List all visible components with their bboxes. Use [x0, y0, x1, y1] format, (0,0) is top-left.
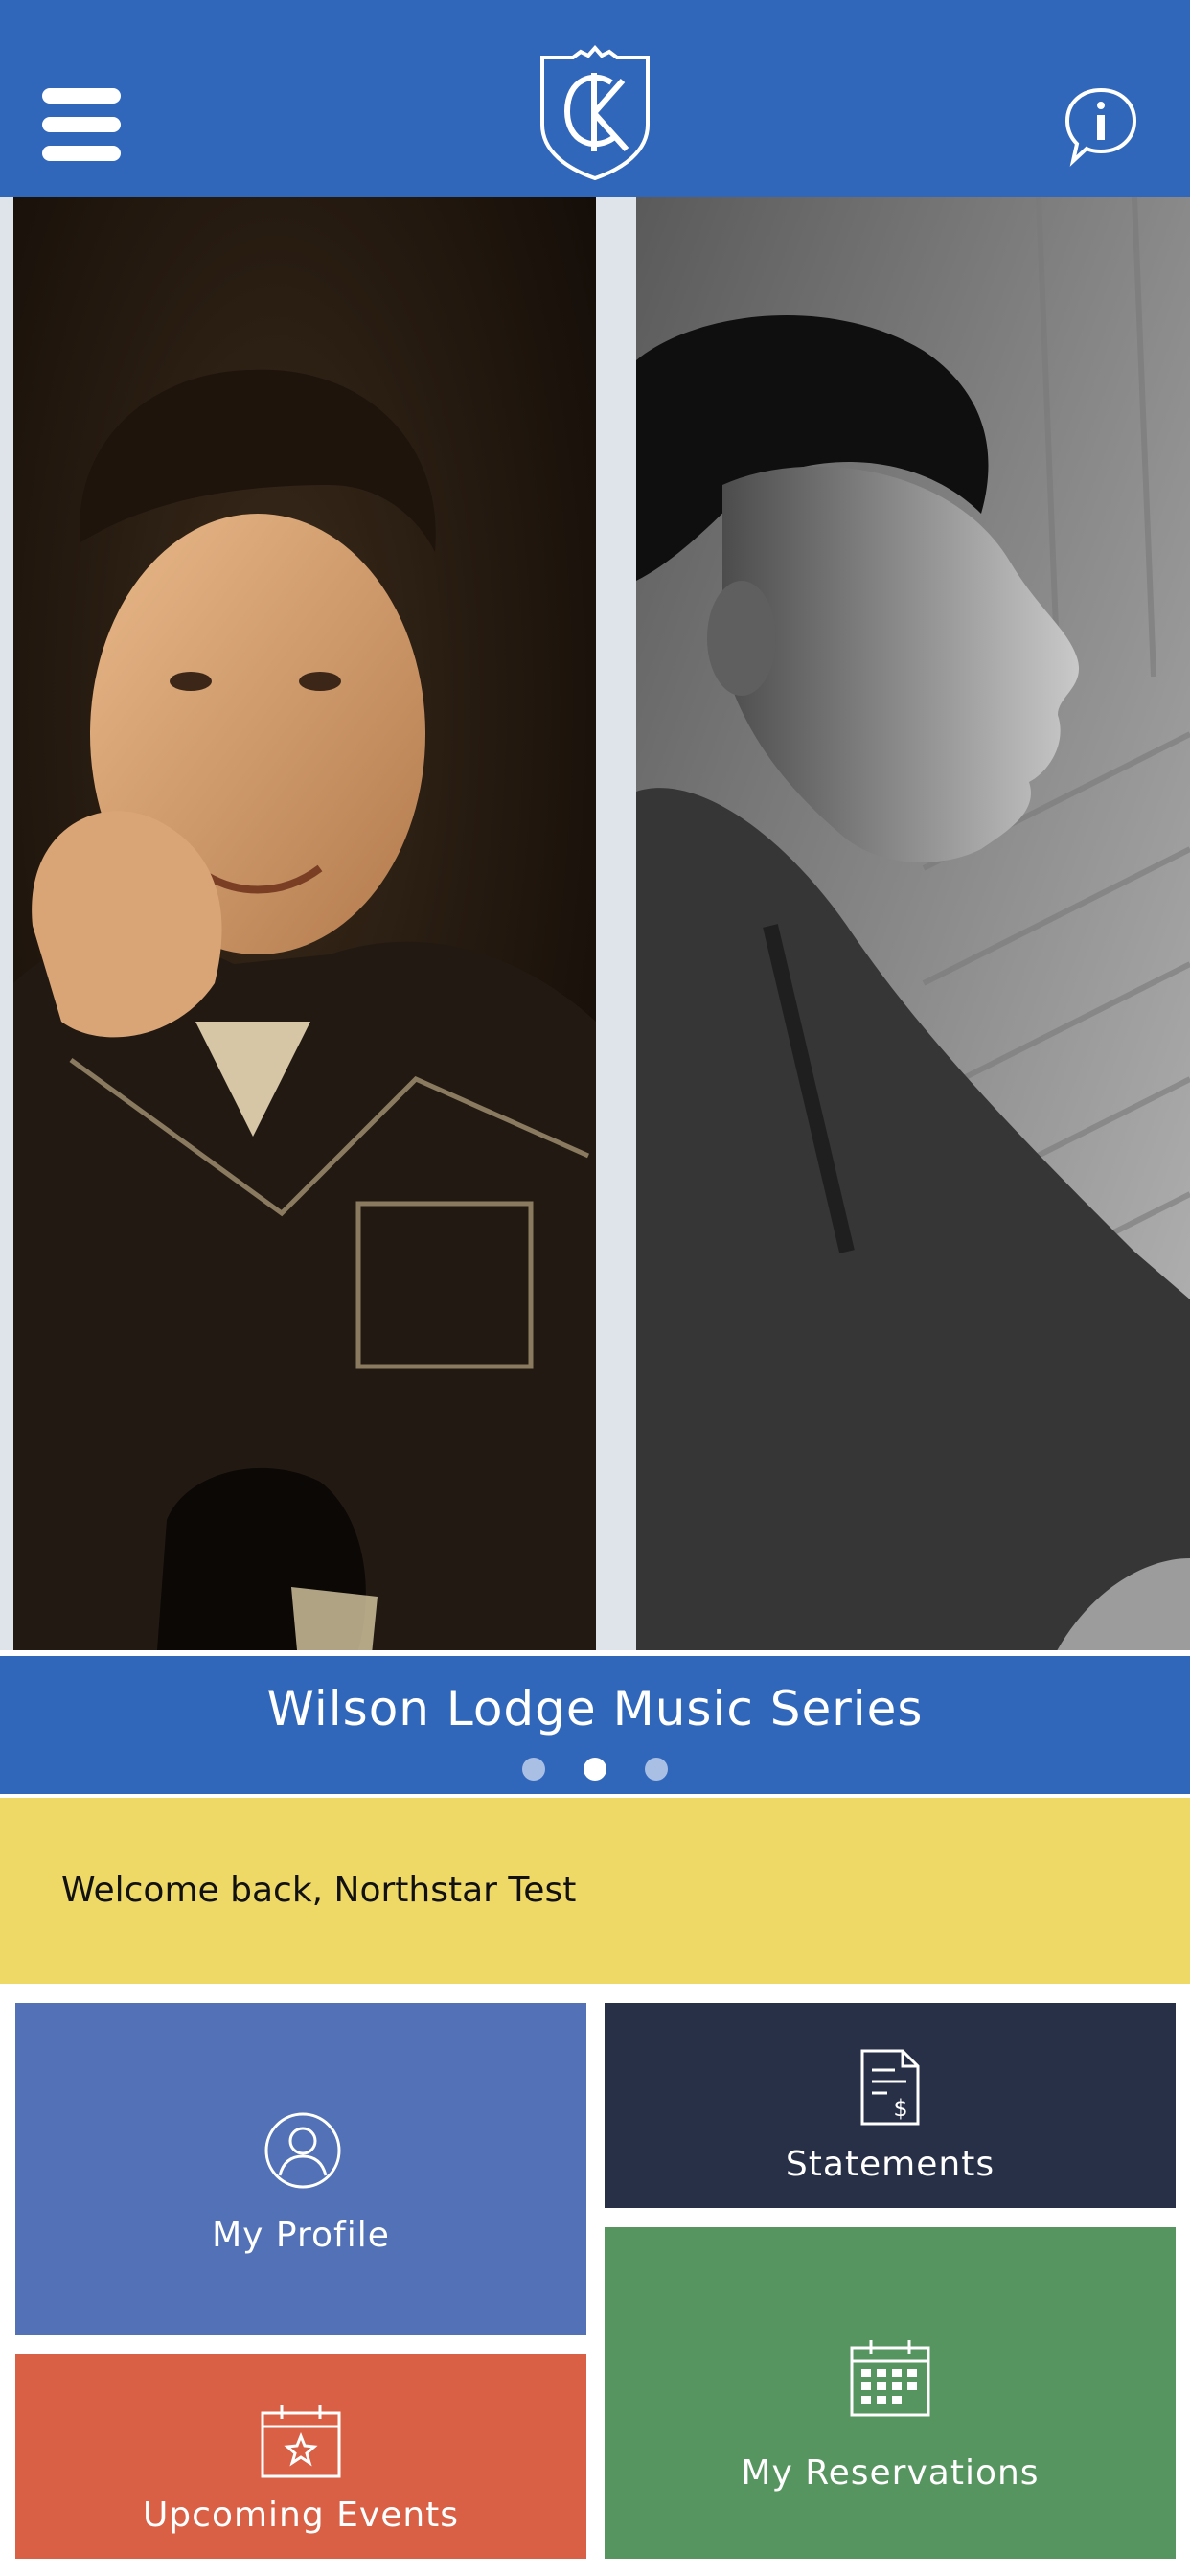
carousel-dot-2[interactable]: [584, 1758, 606, 1781]
top-header: [0, 0, 1190, 197]
my-reservations-tile[interactable]: My Reservations: [605, 2227, 1176, 2559]
artist-photo-grayscale: [636, 197, 1190, 1650]
user-profile-icon: [264, 2112, 341, 2189]
welcome-banner: Welcome back, Northstar Test: [0, 1798, 1190, 1984]
info-speech-bubble-icon[interactable]: [1064, 84, 1138, 167]
featured-carousel[interactable]: Wilson Lodge Music Series: [0, 197, 1190, 1794]
artist-photo-sepia: [13, 197, 596, 1650]
app-screen: Wilson Lodge Music Series Welcome back, …: [0, 0, 1190, 2576]
hamburger-menu-icon[interactable]: [42, 88, 123, 163]
crest-logo-icon: [540, 44, 650, 180]
my-profile-label: My Profile: [212, 2216, 390, 2255]
carousel-caption-bar: Wilson Lodge Music Series: [0, 1656, 1190, 1794]
calendar-grid-icon: [850, 2340, 930, 2417]
statements-tile[interactable]: $ Statements: [605, 2003, 1176, 2208]
calendar-star-icon: [261, 2405, 341, 2478]
svg-text:$: $: [893, 2095, 907, 2122]
my-profile-tile[interactable]: My Profile: [15, 2003, 586, 2334]
upcoming-events-tile[interactable]: Upcoming Events: [15, 2354, 586, 2559]
my-reservations-label: My Reservations: [741, 2453, 1040, 2493]
statements-label: Statements: [785, 2145, 995, 2184]
welcome-message: Welcome back, Northstar Test: [61, 1871, 577, 1910]
carousel-caption: Wilson Lodge Music Series: [266, 1681, 924, 1736]
carousel-pagination: [0, 1758, 1190, 1782]
carousel-slide-image[interactable]: [0, 197, 1190, 1650]
carousel-dot-3[interactable]: [645, 1758, 669, 1781]
invoice-document-icon: $: [860, 2049, 920, 2126]
carousel-dot-1[interactable]: [521, 1758, 545, 1781]
upcoming-events-label: Upcoming Events: [142, 2496, 460, 2535]
